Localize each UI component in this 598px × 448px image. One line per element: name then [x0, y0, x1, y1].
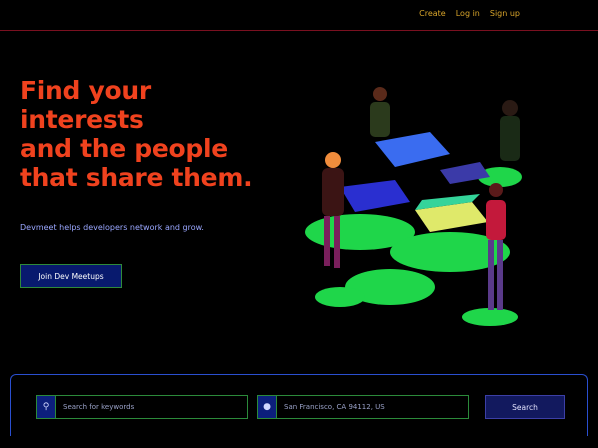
join-meetups-button[interactable]: Join Dev Meetups [20, 264, 122, 288]
topic-search-field[interactable]: ⚲ Search for keywords [36, 395, 248, 419]
hero-subtitle: Devmeet helps developers network and gro… [20, 223, 204, 232]
search-button[interactable]: Search [485, 395, 565, 419]
nav-signup-link[interactable]: Sign up [490, 9, 520, 18]
hero-title-line-3: and the people [20, 134, 228, 163]
location-value[interactable]: San Francisco, CA 94112, US [277, 403, 385, 411]
people-puzzle-illustration [305, 87, 522, 326]
location-pin-icon: ● [258, 396, 277, 418]
nav-login-link[interactable]: Log in [456, 9, 480, 18]
top-navbar: Create Log in Sign up [0, 0, 598, 31]
hero-title-line-1: Find your [20, 76, 151, 105]
nav-links: Create Log in Sign up [419, 9, 520, 18]
topic-search-value[interactable]: Search for keywords [56, 403, 134, 411]
hero-title: Find your interests and the people that … [20, 76, 300, 192]
search-panel: ⚲ Search for keywords ● San Francisco, C… [10, 374, 588, 436]
hero-title-line-2: interests [20, 105, 144, 134]
location-field[interactable]: ● San Francisco, CA 94112, US [257, 395, 469, 419]
hero-title-line-4: that share them. [20, 163, 253, 192]
nav-create-link[interactable]: Create [419, 9, 446, 18]
search-icon: ⚲ [37, 396, 56, 418]
